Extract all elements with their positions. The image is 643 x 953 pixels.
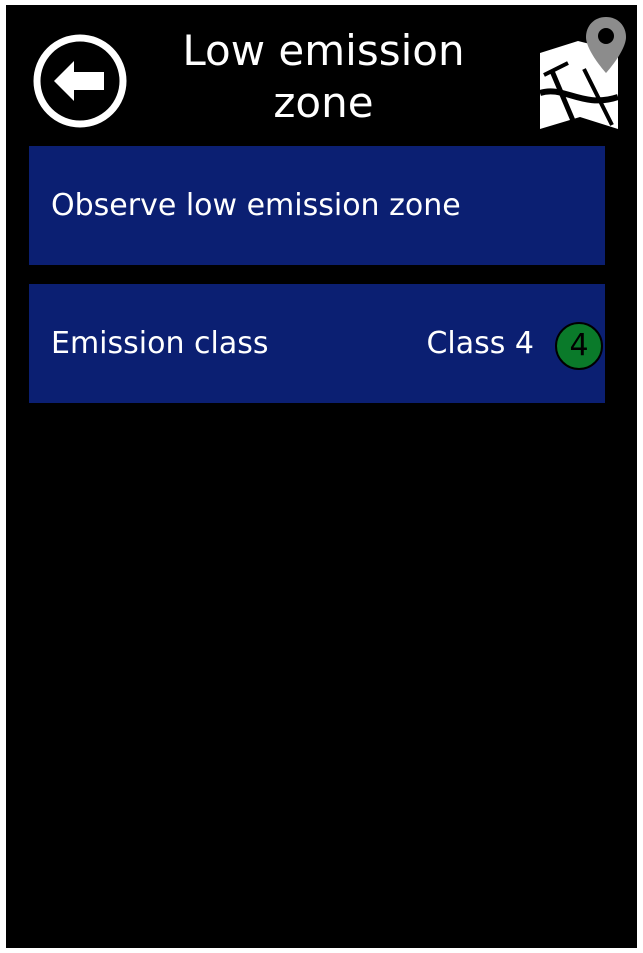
observe-low-emission-zone-label: Observe low emission zone [51,188,461,223]
emission-class-label: Emission class [51,326,269,361]
back-button[interactable] [32,33,128,129]
emission-class-row[interactable]: Emission class Class 4 4 [29,284,605,403]
observe-low-emission-zone-row[interactable]: Observe low emission zone [29,146,605,265]
header: Low emission zone [6,5,637,145]
screen: Low emission zone Observe low emission z… [6,5,637,948]
page-title: Low emission zone [182,26,465,127]
back-arrow-icon [33,34,127,128]
map-pin-icon [539,17,626,129]
emission-class-badge: 4 [555,322,603,370]
map-button[interactable] [534,13,626,133]
emission-class-value: Class 4 [426,326,534,361]
